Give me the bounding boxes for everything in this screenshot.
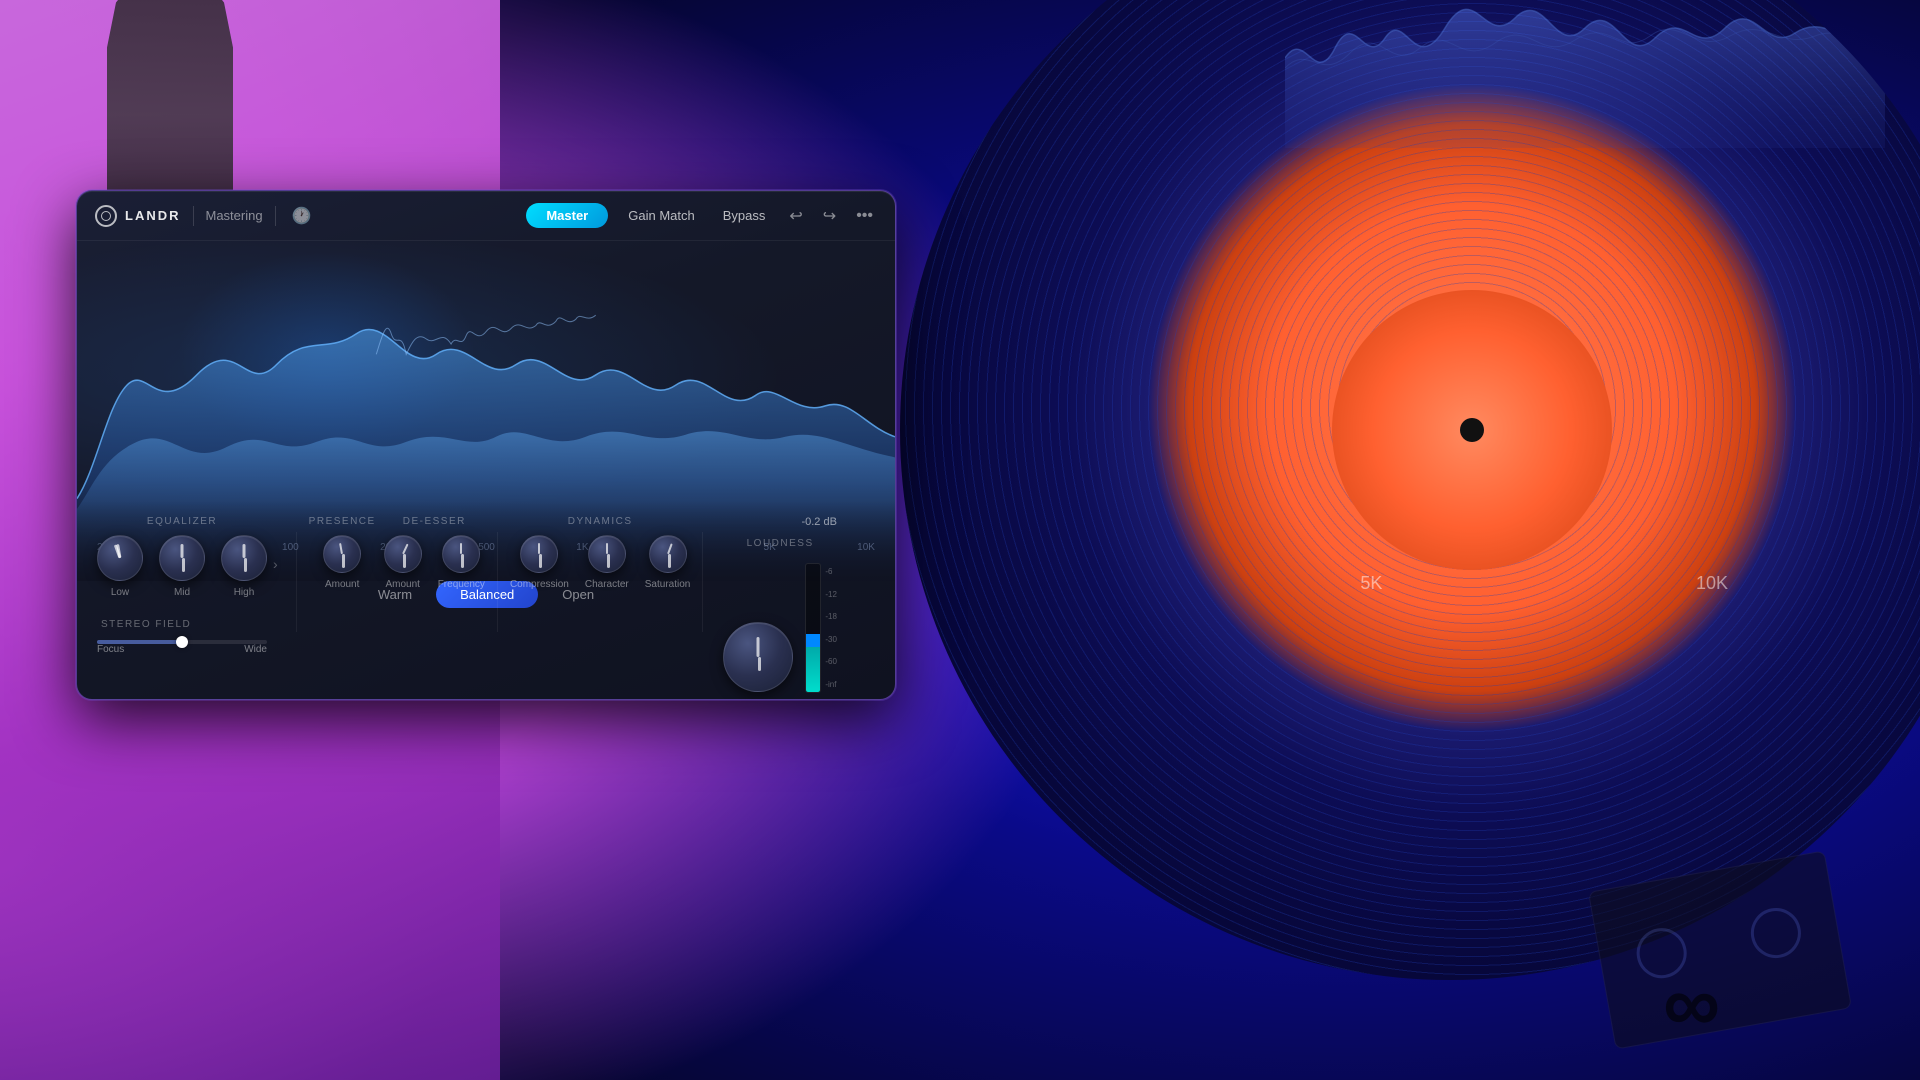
landr-title: LANDR [125,208,181,223]
stereo-wide-label: Wide [244,644,267,655]
divider-1 [296,532,297,632]
stereo-field-label: STEREO FIELD [101,619,191,630]
gain-match-button[interactable]: Gain Match [620,204,702,227]
master-button[interactable]: Master [526,203,608,228]
saturation-container: Saturation [645,535,691,590]
de-esser-label: DE-ESSER [384,516,485,527]
saturation-knob[interactable] [649,535,687,573]
vu-label-neg60: -60 [825,657,837,666]
vu-label-neg6: -6 [825,567,837,576]
vinyl-center-dot [1460,418,1484,442]
plugin-window: LANDR Mastering 🕐 Master Gain Match Bypa… [76,190,896,700]
deesser-amount-container: Amount [384,535,422,590]
vu-label-neg30: -30 [825,635,837,644]
character-label: Character [585,579,629,590]
stereo-thumb[interactable] [176,636,188,648]
equalizer-section: EQUALIZER Low Mid [97,516,267,655]
vu-fill-blue [806,634,820,647]
vu-meter-area: -6 -12 -18 -30 -60 -inf [805,563,837,693]
vinyl-freq-5k: 5K [1360,573,1382,594]
vu-label-inf: -inf [825,680,837,689]
loudness-label: LOUDNESS [723,538,837,549]
dynamics-section: DYNAMICS Compression Character [510,516,690,590]
compression-container: Compression [510,535,569,590]
deesser-amount-label: Amount [385,579,419,590]
landr-logo-icon [95,205,117,227]
dynamics-label: DYNAMICS [510,516,690,527]
deesser-amount-knob[interactable] [384,535,422,573]
presence-section: PRESENCE Amount [309,516,376,590]
more-button[interactable]: ••• [852,203,877,229]
dynamics-knobs: Compression Character Saturation [510,535,690,590]
equalizer-knobs: Low Mid High [97,535,267,598]
presence-label: PRESENCE [309,516,376,527]
presence-amount-label: Amount [325,579,359,590]
bypass-button[interactable]: Bypass [715,204,774,227]
vinyl-waveform [1285,0,1885,148]
deesser-freq-container: Frequency [438,535,485,590]
infinity-symbol: ∞ [1663,958,1720,1050]
header-separator [193,206,194,226]
loudness-amount-label: Amount [741,698,775,700]
equalizer-label: EQUALIZER [97,516,267,527]
divider-3 [702,532,703,632]
vu-fill-teal [806,647,820,692]
stereo-track [97,640,267,644]
presence-amount-container: Amount [323,535,361,590]
eq-high-container: High [221,535,267,598]
eq-low-knob[interactable] [97,535,143,581]
eq-high-label: High [234,587,255,598]
landr-logo: LANDR [95,205,181,227]
stereo-field-section: STEREO FIELD Focus Wide [97,614,267,655]
compression-knob[interactable] [520,535,558,573]
vu-label-neg12: -12 [825,590,837,599]
stereo-fill [97,640,185,644]
eq-mid-knob[interactable] [159,535,205,581]
loudness-db-row: -0.2 dB [723,516,837,528]
plugin-subtitle: Mastering [206,208,263,223]
de-esser-knobs: Amount Frequency [384,535,485,590]
eq-high-knob[interactable] [221,535,267,581]
cassette-reel-right [1747,904,1805,962]
stereo-slider-container [97,640,267,644]
eq-low-container: Low [97,535,143,598]
de-esser-section: DE-ESSER Amount Frequency [384,516,485,590]
loudness-inner: Amount -6 -12 -18 -30 -60 -inf [723,563,837,700]
eq-mid-label: Mid [174,587,190,598]
character-knob[interactable] [588,535,626,573]
eq-low-label: Low [111,587,129,598]
vu-meter [805,563,821,693]
loudness-amount-knob[interactable] [723,622,793,692]
character-container: Character [585,535,629,590]
redo-button[interactable]: ↪ [819,202,840,230]
loudness-amount-container: Amount [723,622,793,700]
presence-amount-knob[interactable] [323,535,361,573]
divider-2 [497,532,498,632]
expand-arrow[interactable]: › [273,556,278,572]
undo-button[interactable]: ↩ [785,202,806,230]
controls-area: EQUALIZER Low Mid [77,504,895,699]
saturation-label: Saturation [645,579,691,590]
compression-label: Compression [510,579,569,590]
stereo-focus-label: Focus [97,644,124,655]
eq-mid-container: Mid [159,535,205,598]
deesser-freq-label: Frequency [438,579,485,590]
deesser-freq-knob[interactable] [442,535,480,573]
vu-label-neg18: -18 [825,612,837,621]
header-separator-2 [275,206,276,226]
loudness-db-display: -0.2 dB [801,516,836,528]
vu-scale: -6 -12 -18 -30 -60 -inf [825,563,837,693]
vinyl-freq-10k: 10K [1696,573,1728,594]
presence-knobs: Amount [309,535,376,590]
plugin-header: LANDR Mastering 🕐 Master Gain Match Bypa… [77,191,895,241]
history-button[interactable]: 🕐 [288,202,316,230]
loudness-section: -0.2 dB LOUDNESS Amount [723,516,837,700]
